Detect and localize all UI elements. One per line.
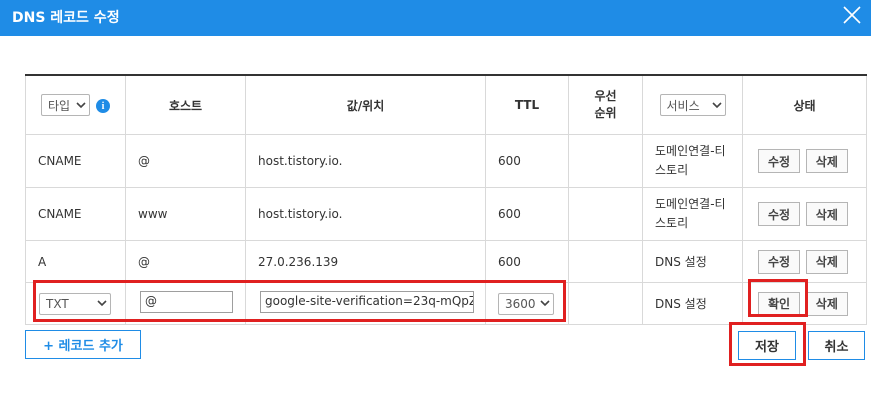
type-cell: TXT	[25, 282, 126, 325]
record-priority	[568, 134, 643, 188]
record-type: A	[25, 240, 126, 283]
status-header: 상태	[742, 74, 867, 135]
record-host: @	[125, 134, 246, 188]
actions-cell: 확인 삭제	[742, 282, 867, 325]
edit-button[interactable]: 수정	[758, 149, 800, 173]
save-button[interactable]: 저장	[738, 331, 796, 360]
value-header: 값/위치	[245, 74, 486, 135]
priority-header: 우선 순위	[568, 74, 643, 135]
record-ttl: 600	[485, 240, 569, 283]
host-header: 호스트	[125, 74, 246, 135]
table-row: CNAME www host.tistory.io. 600 도메인연결-티스토…	[25, 187, 867, 241]
record-value: host.tistory.io.	[245, 134, 486, 188]
type-select-value: TXT	[46, 296, 69, 311]
service-filter-select[interactable]: 서비스	[659, 94, 726, 116]
info-icon[interactable]: i	[96, 99, 110, 113]
record-actions: 수정 삭제	[742, 187, 867, 241]
type-header: 타입 i	[25, 74, 126, 135]
host-input[interactable]: @	[140, 291, 233, 313]
delete-button[interactable]: 삭제	[805, 249, 848, 274]
record-type: CNAME	[25, 134, 126, 188]
service-header: 서비스	[642, 74, 743, 135]
record-ttl: 600	[485, 134, 569, 188]
edit-button[interactable]: 수정	[758, 202, 800, 226]
edit-row: TXT @ google-site-verification=23q-mQpZW…	[25, 282, 867, 325]
edit-button[interactable]: 수정	[758, 249, 800, 274]
type-filter-select[interactable]: 타입	[41, 94, 90, 116]
close-icon[interactable]	[839, 2, 865, 28]
record-host: www	[125, 187, 246, 241]
dialog-title: DNS 레코드 수정	[12, 10, 120, 26]
record-service: DNS 설정	[642, 240, 743, 283]
delete-button[interactable]: 삭제	[805, 202, 848, 226]
chevron-down-icon	[76, 101, 86, 108]
table-row: A @ 27.0.236.139 600 DNS 설정 수정 삭제	[25, 240, 867, 283]
ttl-cell: 3600	[485, 282, 569, 325]
record-service: 도메인연결-티스토리	[642, 187, 743, 241]
ttl-header: TTL	[485, 74, 569, 135]
table-row: CNAME @ host.tistory.io. 600 도메인연결-티스토리 …	[25, 134, 867, 188]
record-actions: 수정 삭제	[742, 240, 867, 283]
value-cell: google-site-verification=23q-mQpZW9	[245, 282, 486, 325]
confirm-button[interactable]: 확인	[758, 291, 800, 316]
dialog-titlebar: DNS 레코드 수정	[0, 0, 871, 36]
chevron-down-icon	[711, 101, 722, 108]
type-select[interactable]: TXT	[39, 292, 111, 315]
ttl-select[interactable]: 3600	[498, 292, 554, 315]
record-priority	[568, 240, 643, 283]
type-filter-label: 타입	[48, 98, 71, 113]
delete-button[interactable]: 삭제	[805, 291, 848, 316]
record-value: host.tistory.io.	[245, 187, 486, 241]
record-host: @	[125, 240, 246, 283]
add-record-button[interactable]: + 레코드 추가	[25, 330, 141, 359]
service-cell: DNS 설정	[642, 282, 743, 325]
record-value: 27.0.236.139	[245, 240, 486, 283]
host-cell: @	[125, 282, 246, 325]
delete-button[interactable]: 삭제	[805, 149, 848, 173]
dns-record-table: 타입 i 호스트 값/위치 TTL 우선 순위 서비스 상태 CNAME @ h…	[25, 74, 867, 325]
table-header-row: 타입 i 호스트 값/위치 TTL 우선 순위 서비스 상태	[25, 74, 867, 135]
cancel-button[interactable]: 취소	[808, 331, 865, 360]
value-input[interactable]: google-site-verification=23q-mQpZW9	[260, 291, 474, 313]
record-service: 도메인연결-티스토리	[642, 134, 743, 188]
record-ttl: 600	[485, 187, 569, 241]
priority-cell	[568, 282, 643, 325]
record-actions: 수정 삭제	[742, 134, 867, 188]
record-priority	[568, 187, 643, 241]
service-filter-label: 서비스	[666, 98, 700, 113]
record-type: CNAME	[25, 187, 126, 241]
chevron-down-icon	[97, 300, 107, 307]
chevron-down-icon	[540, 300, 550, 307]
ttl-select-value: 3600	[505, 296, 536, 311]
